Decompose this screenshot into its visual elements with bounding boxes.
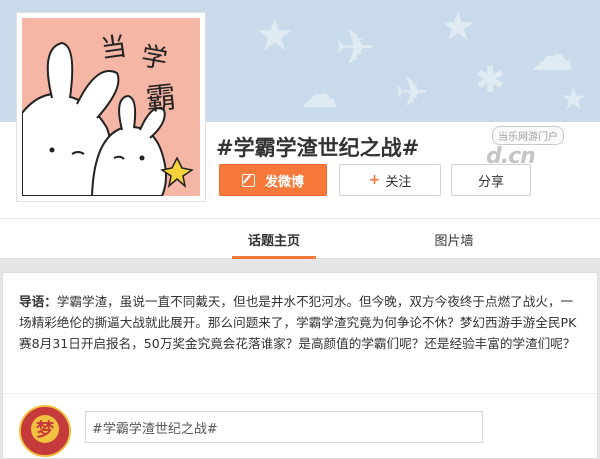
star-deco-icon: ★ xyxy=(255,10,295,61)
rabbit-cartoon-icon: 当 学 霸 xyxy=(22,18,200,196)
plane-deco-icon: ✈ xyxy=(395,70,429,116)
plus-icon: + xyxy=(368,172,381,188)
star-deco-icon: ★ xyxy=(440,4,476,50)
topic-avatar: 当 学 霸 xyxy=(16,12,206,202)
intro-lead: 导语： xyxy=(19,294,57,309)
topic-title: #学霸学渣世纪之战# xyxy=(216,136,420,160)
topic-tabs: 话题主页 图片墙 xyxy=(0,218,600,259)
edit-icon xyxy=(241,173,255,187)
avatar-char-2: 学 xyxy=(139,41,170,75)
follow-label: 关注 xyxy=(385,174,412,190)
avatar-char-3: 霸 xyxy=(144,80,177,118)
avatar-char-1: 当 xyxy=(99,32,129,65)
watermark-site-name: 当乐网游门户 xyxy=(492,126,564,145)
user-avatar-icon: 梦 xyxy=(21,407,69,455)
composer-bar: 梦 #学霸学渣世纪之战# xyxy=(3,393,597,458)
topic-avatar-image: 当 学 霸 xyxy=(22,18,200,196)
post-weibo-button[interactable]: 发微博 xyxy=(219,164,327,196)
topic-content-card: 导语：学霸学渣，虽说一直不同戴天，但也是井水不犯河水。但今晚，双方今夜终于点燃了… xyxy=(2,272,598,459)
share-label: 分享 xyxy=(477,174,504,190)
follow-button[interactable]: + 关注 xyxy=(339,164,441,196)
tab-topic-home[interactable]: 话题主页 xyxy=(220,219,328,259)
star-deco-icon: ✱ xyxy=(475,60,506,101)
cloud-deco-icon: ☁ xyxy=(530,30,574,81)
intro-text: 学霸学渣，虽说一直不同戴天，但也是井水不犯河水。但今晚，双方今夜终于点燃了战火，… xyxy=(19,294,577,351)
topic-intro: 导语：学霸学渣，虽说一直不同戴天，但也是井水不犯河水。但今晚，双方今夜终于点燃了… xyxy=(19,291,584,354)
post-weibo-label: 发微博 xyxy=(264,174,304,190)
tab-picture-wall[interactable]: 图片墙 xyxy=(400,219,508,259)
watermark-url: d.cn xyxy=(486,144,536,169)
svg-text:梦: 梦 xyxy=(36,419,55,441)
cloud-deco-icon: ☁ xyxy=(300,72,338,116)
plane-deco-icon: ✈ xyxy=(335,20,376,76)
post-input[interactable]: #学霸学渣世纪之战# xyxy=(85,411,483,443)
avatar[interactable]: 梦 xyxy=(19,405,71,457)
star-deco-icon: ★ xyxy=(560,82,587,117)
